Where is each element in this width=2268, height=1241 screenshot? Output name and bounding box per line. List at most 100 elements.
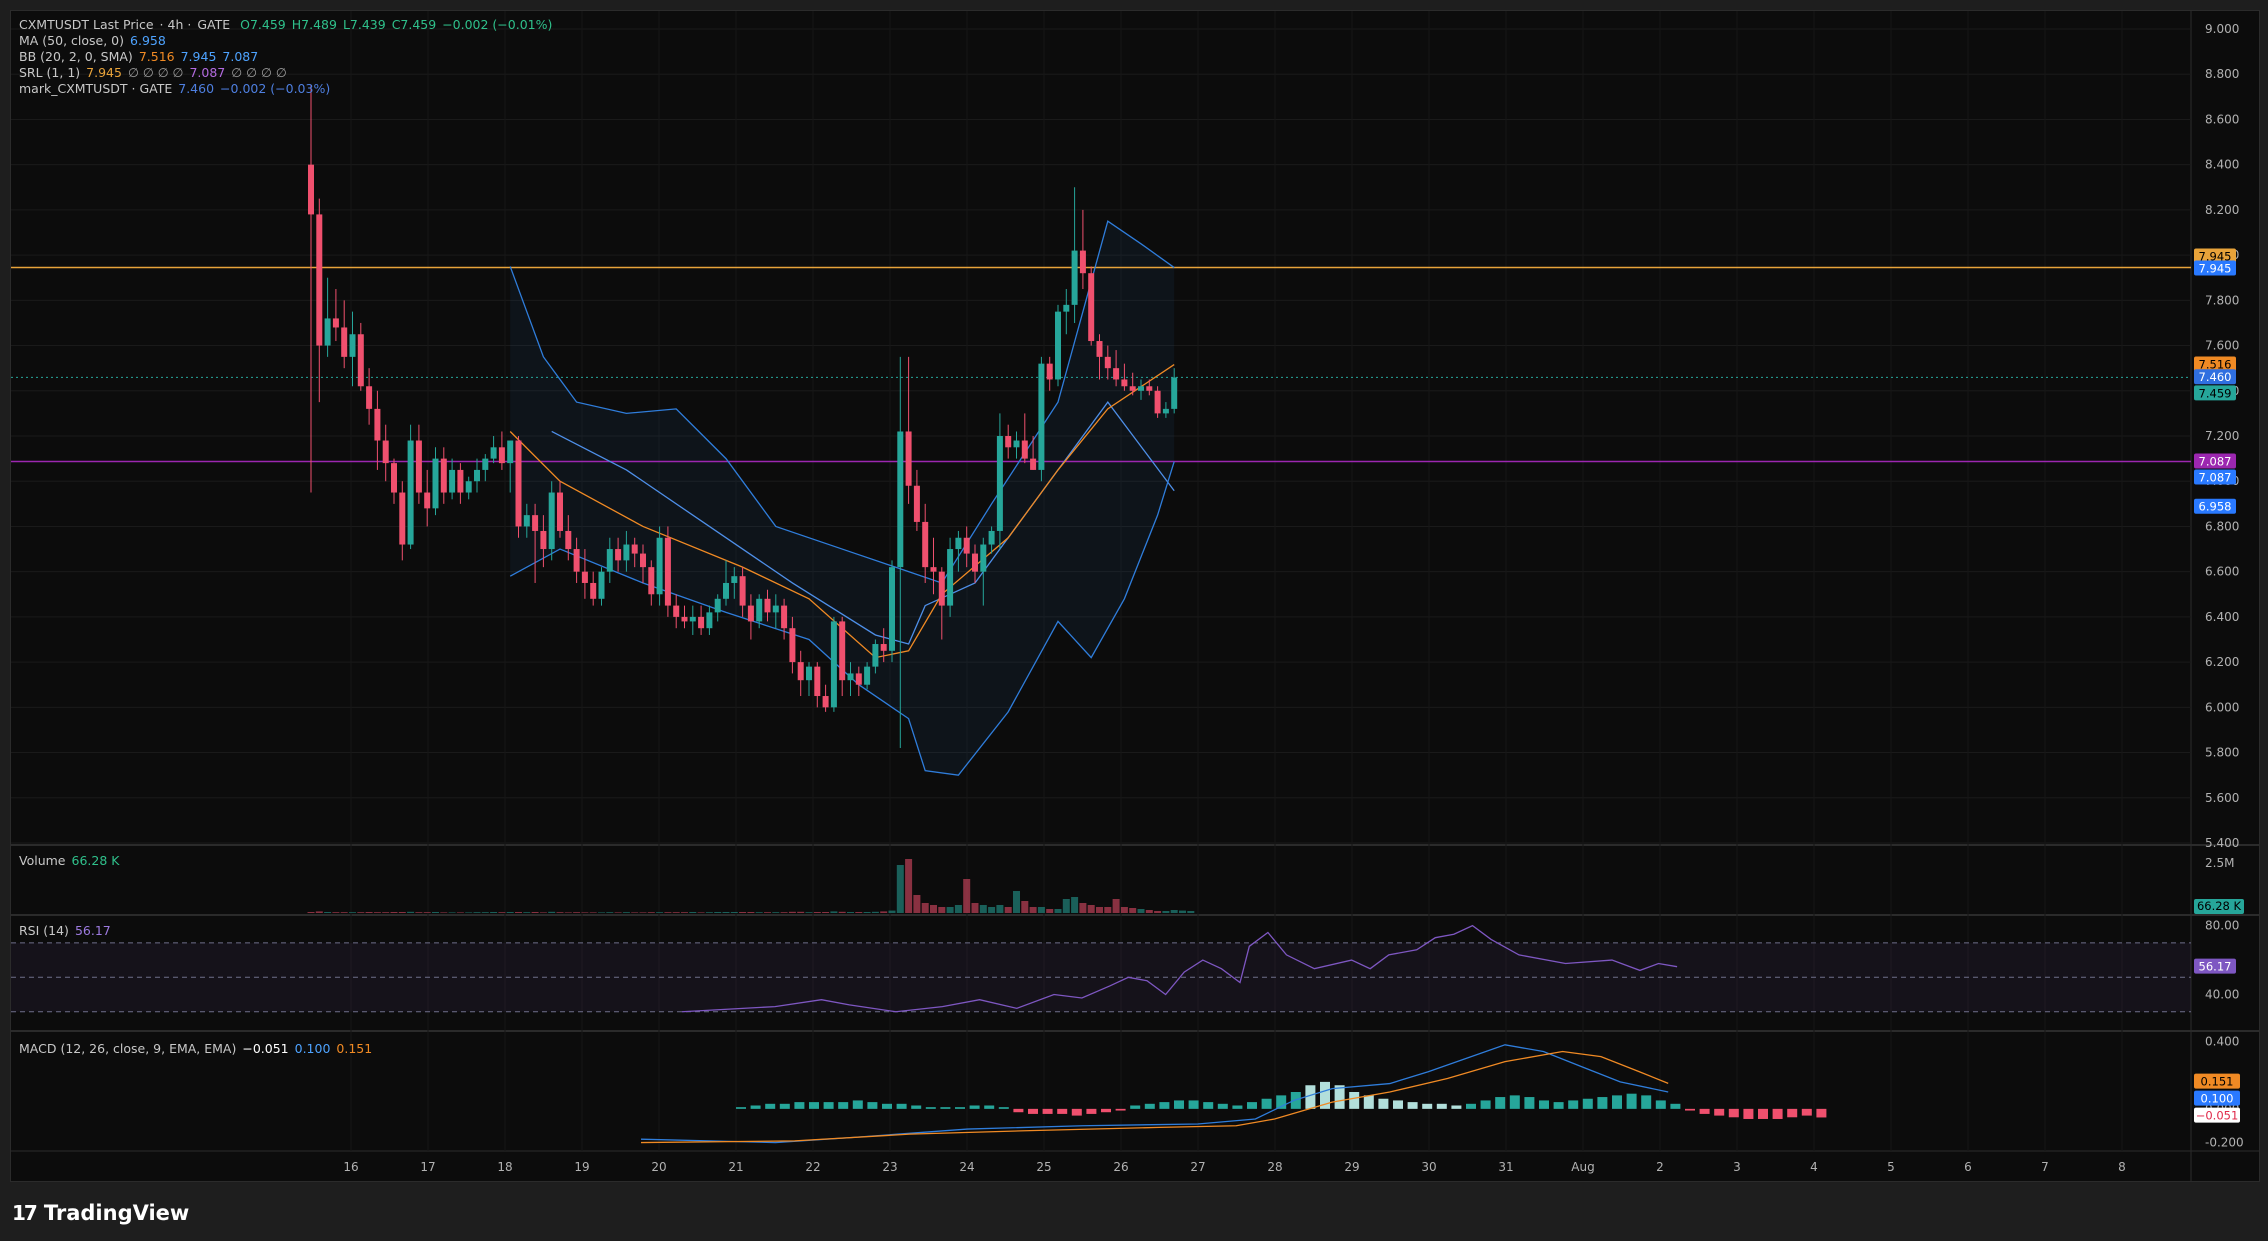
open-value: O7.459 bbox=[240, 17, 286, 32]
candle-body bbox=[1113, 368, 1120, 380]
volume-bar bbox=[349, 912, 356, 913]
volume-bar bbox=[863, 912, 871, 913]
volume-bar bbox=[373, 912, 381, 913]
macd-tick-label: -0.200 bbox=[2205, 1136, 2244, 1150]
macd-histogram-bar bbox=[1612, 1095, 1622, 1109]
rsi-tick-label: 40.00 bbox=[2205, 988, 2239, 1002]
volume-bar bbox=[946, 907, 954, 913]
volume-bar bbox=[1046, 909, 1054, 913]
volume-bar bbox=[1170, 910, 1178, 913]
candle-body bbox=[922, 521, 929, 568]
candle-body bbox=[689, 616, 696, 622]
candle-body bbox=[1104, 356, 1111, 369]
volume-bar bbox=[656, 912, 664, 913]
volume-bar bbox=[913, 895, 921, 913]
price-label-text: 7.459 bbox=[2199, 386, 2232, 400]
candle-body bbox=[664, 537, 671, 606]
candle-body bbox=[756, 598, 763, 622]
candle-body bbox=[1096, 341, 1103, 357]
candle-body bbox=[673, 605, 680, 617]
volume-bar bbox=[407, 911, 415, 913]
tradingview-logo[interactable]: 17 TradingView bbox=[12, 1201, 189, 1225]
macd-histogram-bar bbox=[1641, 1095, 1652, 1109]
macd-histogram-bar bbox=[1028, 1108, 1038, 1114]
time-tick-label: 19 bbox=[574, 1160, 589, 1174]
macd-histogram-bar bbox=[1159, 1102, 1170, 1109]
candle-body bbox=[573, 549, 580, 572]
volume-bar bbox=[780, 912, 788, 913]
candle-body bbox=[1171, 377, 1178, 409]
volume-bar bbox=[1187, 911, 1195, 913]
time-tick-label: 2 bbox=[1656, 1160, 1664, 1174]
srl-support-value: 7.087 bbox=[189, 65, 226, 80]
candle-body bbox=[839, 621, 846, 681]
candle-body bbox=[432, 458, 439, 509]
candle-body bbox=[540, 530, 547, 550]
srl-empty-values-2: ∅ ∅ ∅ ∅ bbox=[231, 65, 287, 80]
candle-body bbox=[349, 334, 356, 357]
candle-body bbox=[341, 327, 348, 357]
macd-histogram-bar bbox=[1261, 1098, 1272, 1109]
volume-bar bbox=[382, 912, 390, 913]
volume-bar bbox=[315, 911, 323, 913]
macd-histogram-bar bbox=[1699, 1108, 1710, 1114]
volume-bar bbox=[564, 912, 572, 913]
time-tick-label: 27 bbox=[1190, 1160, 1205, 1174]
candle-body bbox=[474, 469, 480, 482]
legend-bb[interactable]: BB (20, 2, 0, SMA) 7.516 7.945 7.087 bbox=[19, 49, 264, 64]
volume-bar bbox=[357, 912, 365, 913]
macd-histogram-bar bbox=[1655, 1100, 1666, 1109]
candle-body bbox=[706, 612, 713, 629]
rsi-label: RSI (14) bbox=[19, 923, 69, 938]
candle-body bbox=[498, 447, 505, 464]
macd-histogram-bar bbox=[1758, 1108, 1768, 1119]
macd-histogram-bar bbox=[1101, 1108, 1111, 1113]
volume-bar bbox=[1054, 909, 1062, 913]
srl-label: SRL (1, 1) bbox=[19, 65, 81, 80]
legend-rsi[interactable]: RSI (14) 56.17 bbox=[19, 923, 117, 938]
candle-body bbox=[797, 662, 804, 681]
legend-volume[interactable]: Volume 66.28 K bbox=[19, 853, 125, 868]
volume-bar bbox=[1179, 910, 1186, 913]
volume-bar bbox=[1071, 897, 1079, 913]
candle-body bbox=[789, 628, 796, 663]
volume-bar bbox=[1162, 911, 1170, 913]
macd-histogram-bar bbox=[1232, 1105, 1243, 1109]
legend-ma[interactable]: MA (50, close, 0) 6.958 bbox=[19, 33, 172, 48]
macd-histogram-bar bbox=[1057, 1108, 1068, 1114]
candle-body bbox=[440, 458, 447, 493]
candle-body bbox=[806, 666, 812, 681]
volume-bar bbox=[822, 912, 830, 913]
legend-mark[interactable]: mark_CXMTUSDT · GATE 7.460 −0.002 (−0.03%) bbox=[19, 81, 336, 96]
legend-srl[interactable]: SRL (1, 1) 7.945 ∅ ∅ ∅ ∅ 7.087 ∅ ∅ ∅ ∅ bbox=[19, 65, 293, 80]
mark-label: mark_CXMTUSDT · GATE bbox=[19, 81, 173, 96]
candle-body bbox=[855, 673, 862, 685]
volume-bar bbox=[1013, 891, 1020, 913]
macd-histogram-bar bbox=[1071, 1108, 1082, 1116]
candle-body bbox=[1030, 458, 1037, 470]
macd-value-text: −0.051 bbox=[2196, 1109, 2239, 1123]
volume-bar bbox=[813, 912, 821, 913]
chart-frame[interactable]: 9.0008.8008.6008.4008.2008.0007.8007.600… bbox=[10, 10, 2260, 1182]
legend-macd[interactable]: MACD (12, 26, close, 9, EMA, EMA) −0.051 0… bbox=[19, 1041, 378, 1056]
volume-bar bbox=[622, 912, 630, 913]
volume-bar bbox=[855, 912, 863, 913]
macd-histogram-bar bbox=[809, 1102, 819, 1109]
volume-bar bbox=[614, 912, 622, 913]
volume-bar bbox=[1112, 899, 1120, 913]
volume-bar bbox=[764, 912, 771, 913]
macd-histogram-bar bbox=[1568, 1100, 1579, 1109]
macd-histogram-bar bbox=[998, 1107, 1009, 1109]
volume-bar bbox=[963, 879, 971, 913]
macd-hist-value: −0.051 bbox=[242, 1041, 289, 1056]
volume-bar bbox=[838, 911, 846, 913]
symbol-label[interactable]: CXMTUSDT Last Price bbox=[19, 17, 154, 32]
candle-body bbox=[606, 549, 613, 572]
candle-body bbox=[830, 621, 837, 708]
tradingview-mark-icon: 17 bbox=[12, 1201, 38, 1225]
candle-body bbox=[864, 666, 871, 685]
low-value: L7.439 bbox=[342, 17, 386, 32]
legend-main: CXMTUSDT Last Price · 4h · GATE O7.459 H7.4… bbox=[19, 17, 558, 32]
volume-bar bbox=[506, 912, 514, 913]
price-chart[interactable]: 9.0008.8008.6008.4008.2008.0007.8007.600… bbox=[11, 11, 2259, 1181]
